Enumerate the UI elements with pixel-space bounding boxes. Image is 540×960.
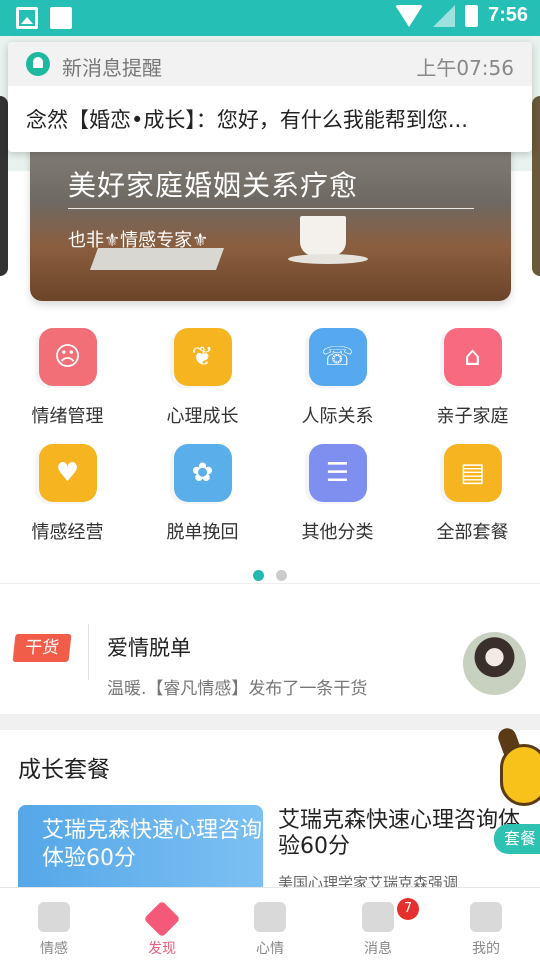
bottom-tab-bar: 情感 发现 心情 消息 我的 7 (0, 887, 540, 960)
divider (88, 624, 89, 680)
news-tag: 干货 (12, 634, 72, 662)
news-subtitle: 温暖.【睿凡情感】发布了一条干货 (107, 679, 368, 699)
bell-icon (26, 52, 50, 76)
category-label: 心理成长 (166, 406, 239, 427)
tulip-icon (38, 902, 70, 932)
category-family[interactable]: ⌂ 亲子家庭 (405, 328, 540, 428)
banner-divider (68, 208, 474, 209)
notification-message: 念然【婚恋•成长】：您好，有什么我能帮到您... (26, 108, 468, 132)
category-emotion-management[interactable]: ☹ 情绪管理 (0, 328, 135, 428)
category-relationships[interactable]: ☏ 人际关系 (270, 328, 405, 428)
carousel-prev-peek[interactable] (0, 96, 8, 276)
mascot-icon (500, 744, 540, 806)
category-other[interactable]: ☰ 其他分类 (270, 444, 405, 544)
category-label: 情感经营 (31, 522, 104, 543)
banner-subtitle: 也非⚜情感专家⚜ (68, 230, 209, 251)
image-notification-icon (16, 7, 38, 29)
section-title: 成长套餐 (18, 757, 110, 783)
news-title: 爱情脱单 (107, 636, 191, 660)
tab-messages[interactable]: 消息 (324, 888, 432, 960)
banner-cup-image (300, 216, 346, 256)
tab-label: 我的 (472, 941, 500, 957)
sad-face-icon: ☹ (38, 328, 97, 386)
tab-emotion[interactable]: 情感 (0, 888, 108, 960)
notification-header: 新消息提醒 上午07:56 (8, 42, 532, 86)
banner-saucer-image (288, 254, 368, 264)
tab-label: 发现 (148, 941, 176, 957)
notification-app-name: 新消息提醒 (62, 56, 162, 80)
tab-mood[interactable]: 心情 (216, 888, 324, 960)
category-relationship-care[interactable]: ♥ 情感经营 (0, 444, 135, 544)
app-screen: 7:56 美好家庭婚姻关系疗愈 也非⚜情感专家⚜ 新消息提醒 上午07:56 念… (0, 0, 540, 960)
divider (0, 583, 540, 584)
status-bar: 7:56 (0, 0, 540, 36)
category-label: 全部套餐 (436, 522, 509, 543)
tulip-icon: ✿ (173, 444, 232, 502)
discover-icon (143, 900, 181, 938)
section-gap (0, 714, 540, 730)
notification-time: 上午07:56 (416, 56, 514, 80)
mascot-label: 套餐 (494, 824, 540, 854)
carousel-next-peek[interactable] (532, 96, 540, 276)
house-icon: ⌂ (443, 328, 502, 386)
category-label: 亲子家庭 (436, 406, 509, 427)
category-label: 其他分类 (301, 522, 374, 543)
floating-package-mascot[interactable]: 套餐 (494, 725, 540, 854)
document-icon: ▤ (443, 444, 502, 502)
wifi-icon (394, 4, 423, 27)
category-psychological-growth[interactable]: ❦ 心理成长 (135, 328, 270, 428)
tab-mine[interactable]: 我的 (432, 888, 540, 960)
category-all-packages[interactable]: ▤ 全部套餐 (405, 444, 540, 544)
app-notification-icon (50, 7, 72, 29)
category-label: 情绪管理 (31, 406, 104, 427)
banner-title: 美好家庭婚姻关系疗愈 (68, 169, 359, 202)
category-label: 人际关系 (301, 406, 374, 427)
envelope-icon (362, 902, 394, 932)
tab-label: 心情 (256, 941, 284, 957)
chat-bubbles-icon (254, 902, 286, 932)
battery-icon (464, 4, 478, 27)
page-dot[interactable] (276, 570, 287, 581)
page-dot-active[interactable] (253, 570, 264, 581)
signal-icon (432, 4, 455, 27)
list-icon: ☰ (308, 444, 367, 502)
tab-label: 情感 (40, 941, 68, 957)
tab-label: 消息 (364, 941, 392, 957)
avatar[interactable] (463, 632, 526, 695)
category-label: 脱单挽回 (166, 522, 239, 543)
address-book-icon: ☏ (308, 328, 367, 386)
tab-discover[interactable]: 发现 (108, 888, 216, 960)
message-count-badge: 7 (397, 898, 419, 920)
sprout-icon: ❦ (173, 328, 232, 386)
news-feed-item[interactable]: 干货 爱情脱单 温暖.【睿凡情感】发布了一条干货 (0, 600, 540, 712)
package-image-text: 艾瑞克森快速心理咨询体验60分 (42, 818, 263, 871)
home-icon (470, 902, 502, 932)
message-notification[interactable]: 新消息提醒 上午07:56 念然【婚恋•成长】：您好，有什么我能帮到您... (8, 42, 532, 152)
status-time: 7:56 (487, 4, 528, 26)
heart-lock-icon: ♥ (38, 444, 97, 502)
category-dating-recovery[interactable]: ✿ 脱单挽回 (135, 444, 270, 544)
